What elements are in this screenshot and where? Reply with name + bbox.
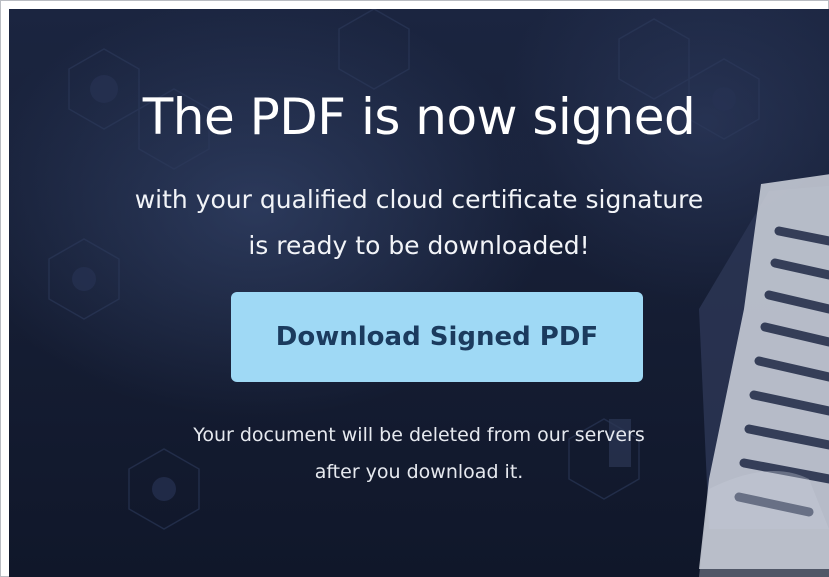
notice-line-2: after you download it. — [314, 461, 524, 483]
subtitle-line-2: is ready to be downloaded! — [248, 231, 590, 260]
page-title: The PDF is now signed — [142, 88, 696, 146]
hero-section: The PDF is now signed with your qualifie… — [9, 9, 829, 577]
download-signed-pdf-button[interactable]: Download Signed PDF — [231, 292, 643, 382]
notice-line-1: Your document will be deleted from our s… — [193, 424, 645, 446]
subtitle-line-1: with your qualified cloud certificate si… — [134, 185, 704, 214]
screenshot-frame: The PDF is now signed with your qualifie… — [0, 0, 829, 577]
subtitle: with your qualified cloud certificate si… — [9, 177, 829, 269]
deletion-notice: Your document will be deleted from our s… — [9, 417, 829, 491]
